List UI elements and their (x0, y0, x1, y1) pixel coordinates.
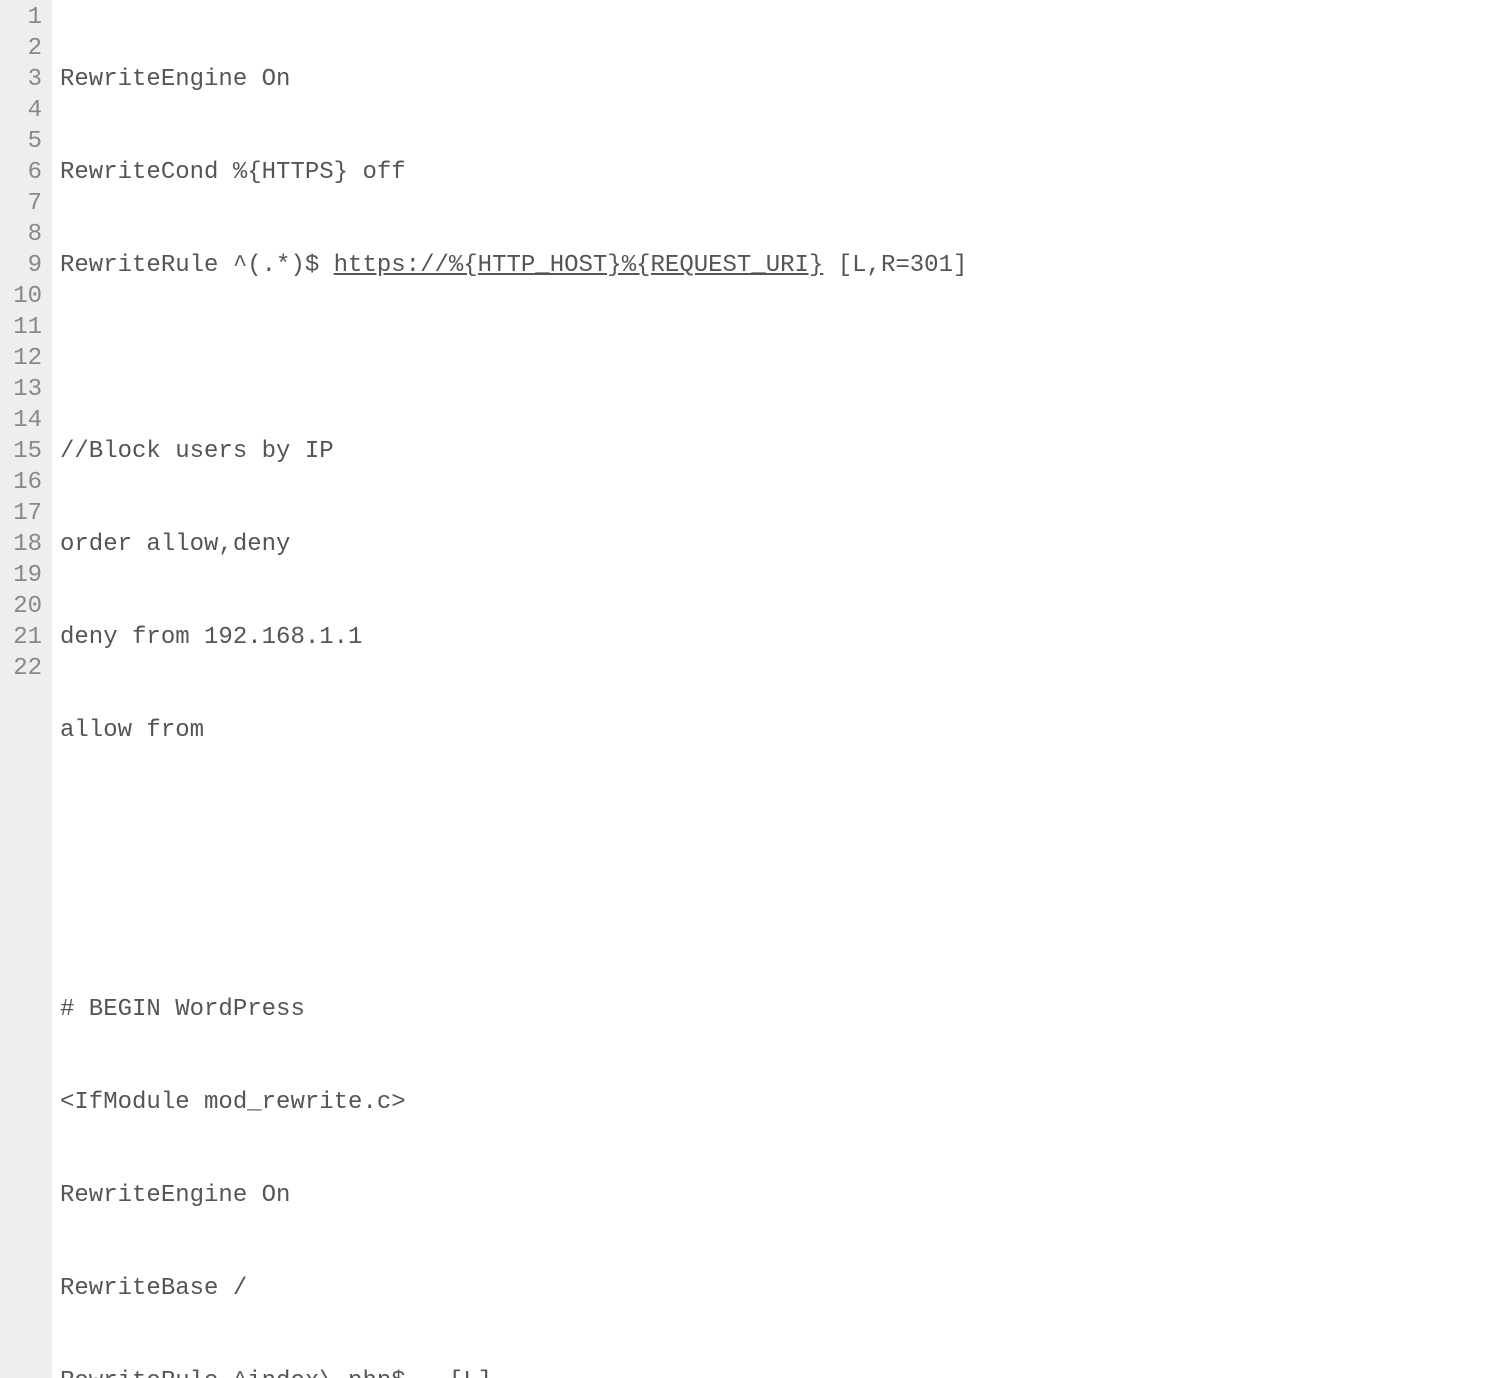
code-line: allow from (60, 715, 967, 746)
code-line (60, 808, 967, 839)
line-number-gutter: 1 2 3 4 5 6 7 8 9 10 11 12 13 14 15 16 1… (0, 0, 52, 1378)
line-number: 12 (6, 343, 42, 374)
code-line: <IfModule mod_rewrite.c> (60, 1087, 967, 1118)
line-number: 6 (6, 157, 42, 188)
line-number: 2 (6, 33, 42, 64)
code-line: RewriteEngine On (60, 1180, 967, 1211)
line-number: 10 (6, 281, 42, 312)
line-number: 21 (6, 622, 42, 653)
code-area[interactable]: RewriteEngine On RewriteCond %{HTTPS} of… (52, 0, 967, 1378)
line-number: 5 (6, 126, 42, 157)
line-number: 11 (6, 312, 42, 343)
code-editor: 1 2 3 4 5 6 7 8 9 10 11 12 13 14 15 16 1… (0, 0, 1500, 1378)
code-line: # BEGIN WordPress (60, 994, 967, 1025)
code-line: RewriteBase / (60, 1273, 967, 1304)
code-line: order allow,deny (60, 529, 967, 560)
code-line: RewriteEngine On (60, 64, 967, 95)
line-number: 22 (6, 653, 42, 684)
code-line (60, 343, 967, 374)
line-number: 20 (6, 591, 42, 622)
code-line: RewriteRule ^(.*)$ https://%{HTTP_HOST}%… (60, 250, 967, 281)
line-number: 8 (6, 219, 42, 250)
line-number: 19 (6, 560, 42, 591)
line-number: 17 (6, 498, 42, 529)
line-number: 1 (6, 2, 42, 33)
code-line: RewriteCond %{HTTPS} off (60, 157, 967, 188)
line-number: 13 (6, 374, 42, 405)
line-number: 14 (6, 405, 42, 436)
line-number: 16 (6, 467, 42, 498)
code-text: RewriteRule ^(.*)$ (60, 252, 334, 279)
line-number: 18 (6, 529, 42, 560)
code-line: //Block users by IP (60, 436, 967, 467)
code-text: [L,R=301] (823, 252, 967, 279)
code-line: deny from 192.168.1.1 (60, 622, 967, 653)
url-literal: https://%{HTTP_HOST}%{REQUEST_URI} (334, 252, 824, 279)
line-number: 4 (6, 95, 42, 126)
code-line: RewriteRule ^index\.php$ - [L] (60, 1366, 967, 1378)
code-line (60, 901, 967, 932)
line-number: 7 (6, 188, 42, 219)
line-number: 3 (6, 64, 42, 95)
line-number: 15 (6, 436, 42, 467)
line-number: 9 (6, 250, 42, 281)
